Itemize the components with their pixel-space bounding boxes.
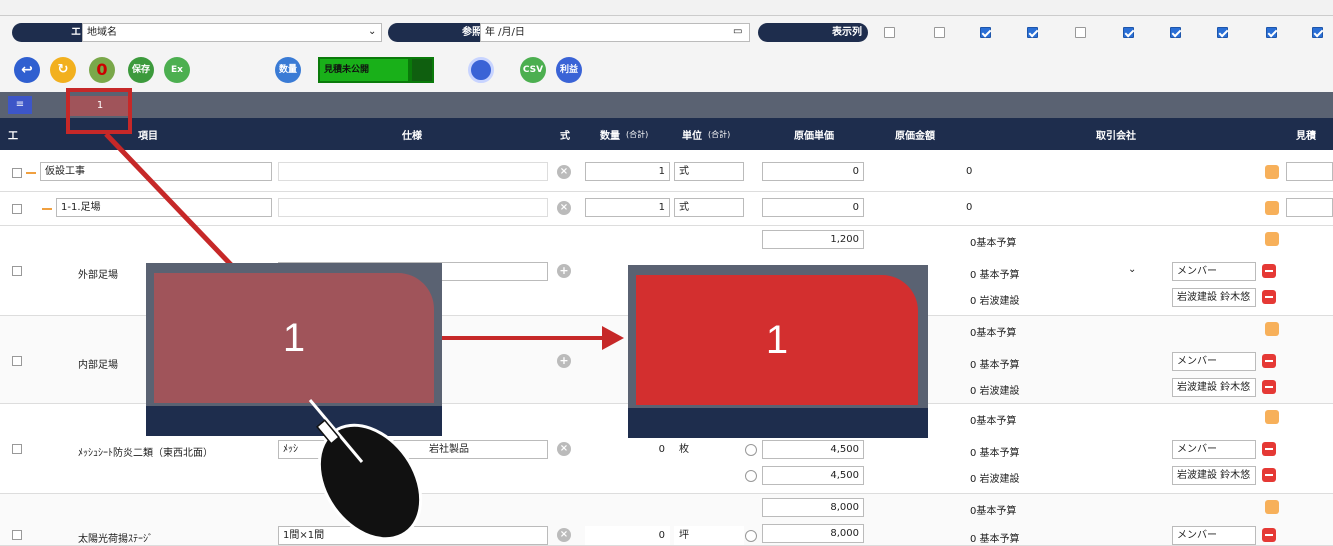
tab-after-zoom: 1	[628, 265, 928, 438]
tab-after-base	[628, 408, 928, 438]
tab-before-label: 1	[154, 273, 434, 403]
mouse-icon	[308, 399, 423, 541]
tab-after-label: 1	[636, 275, 918, 405]
